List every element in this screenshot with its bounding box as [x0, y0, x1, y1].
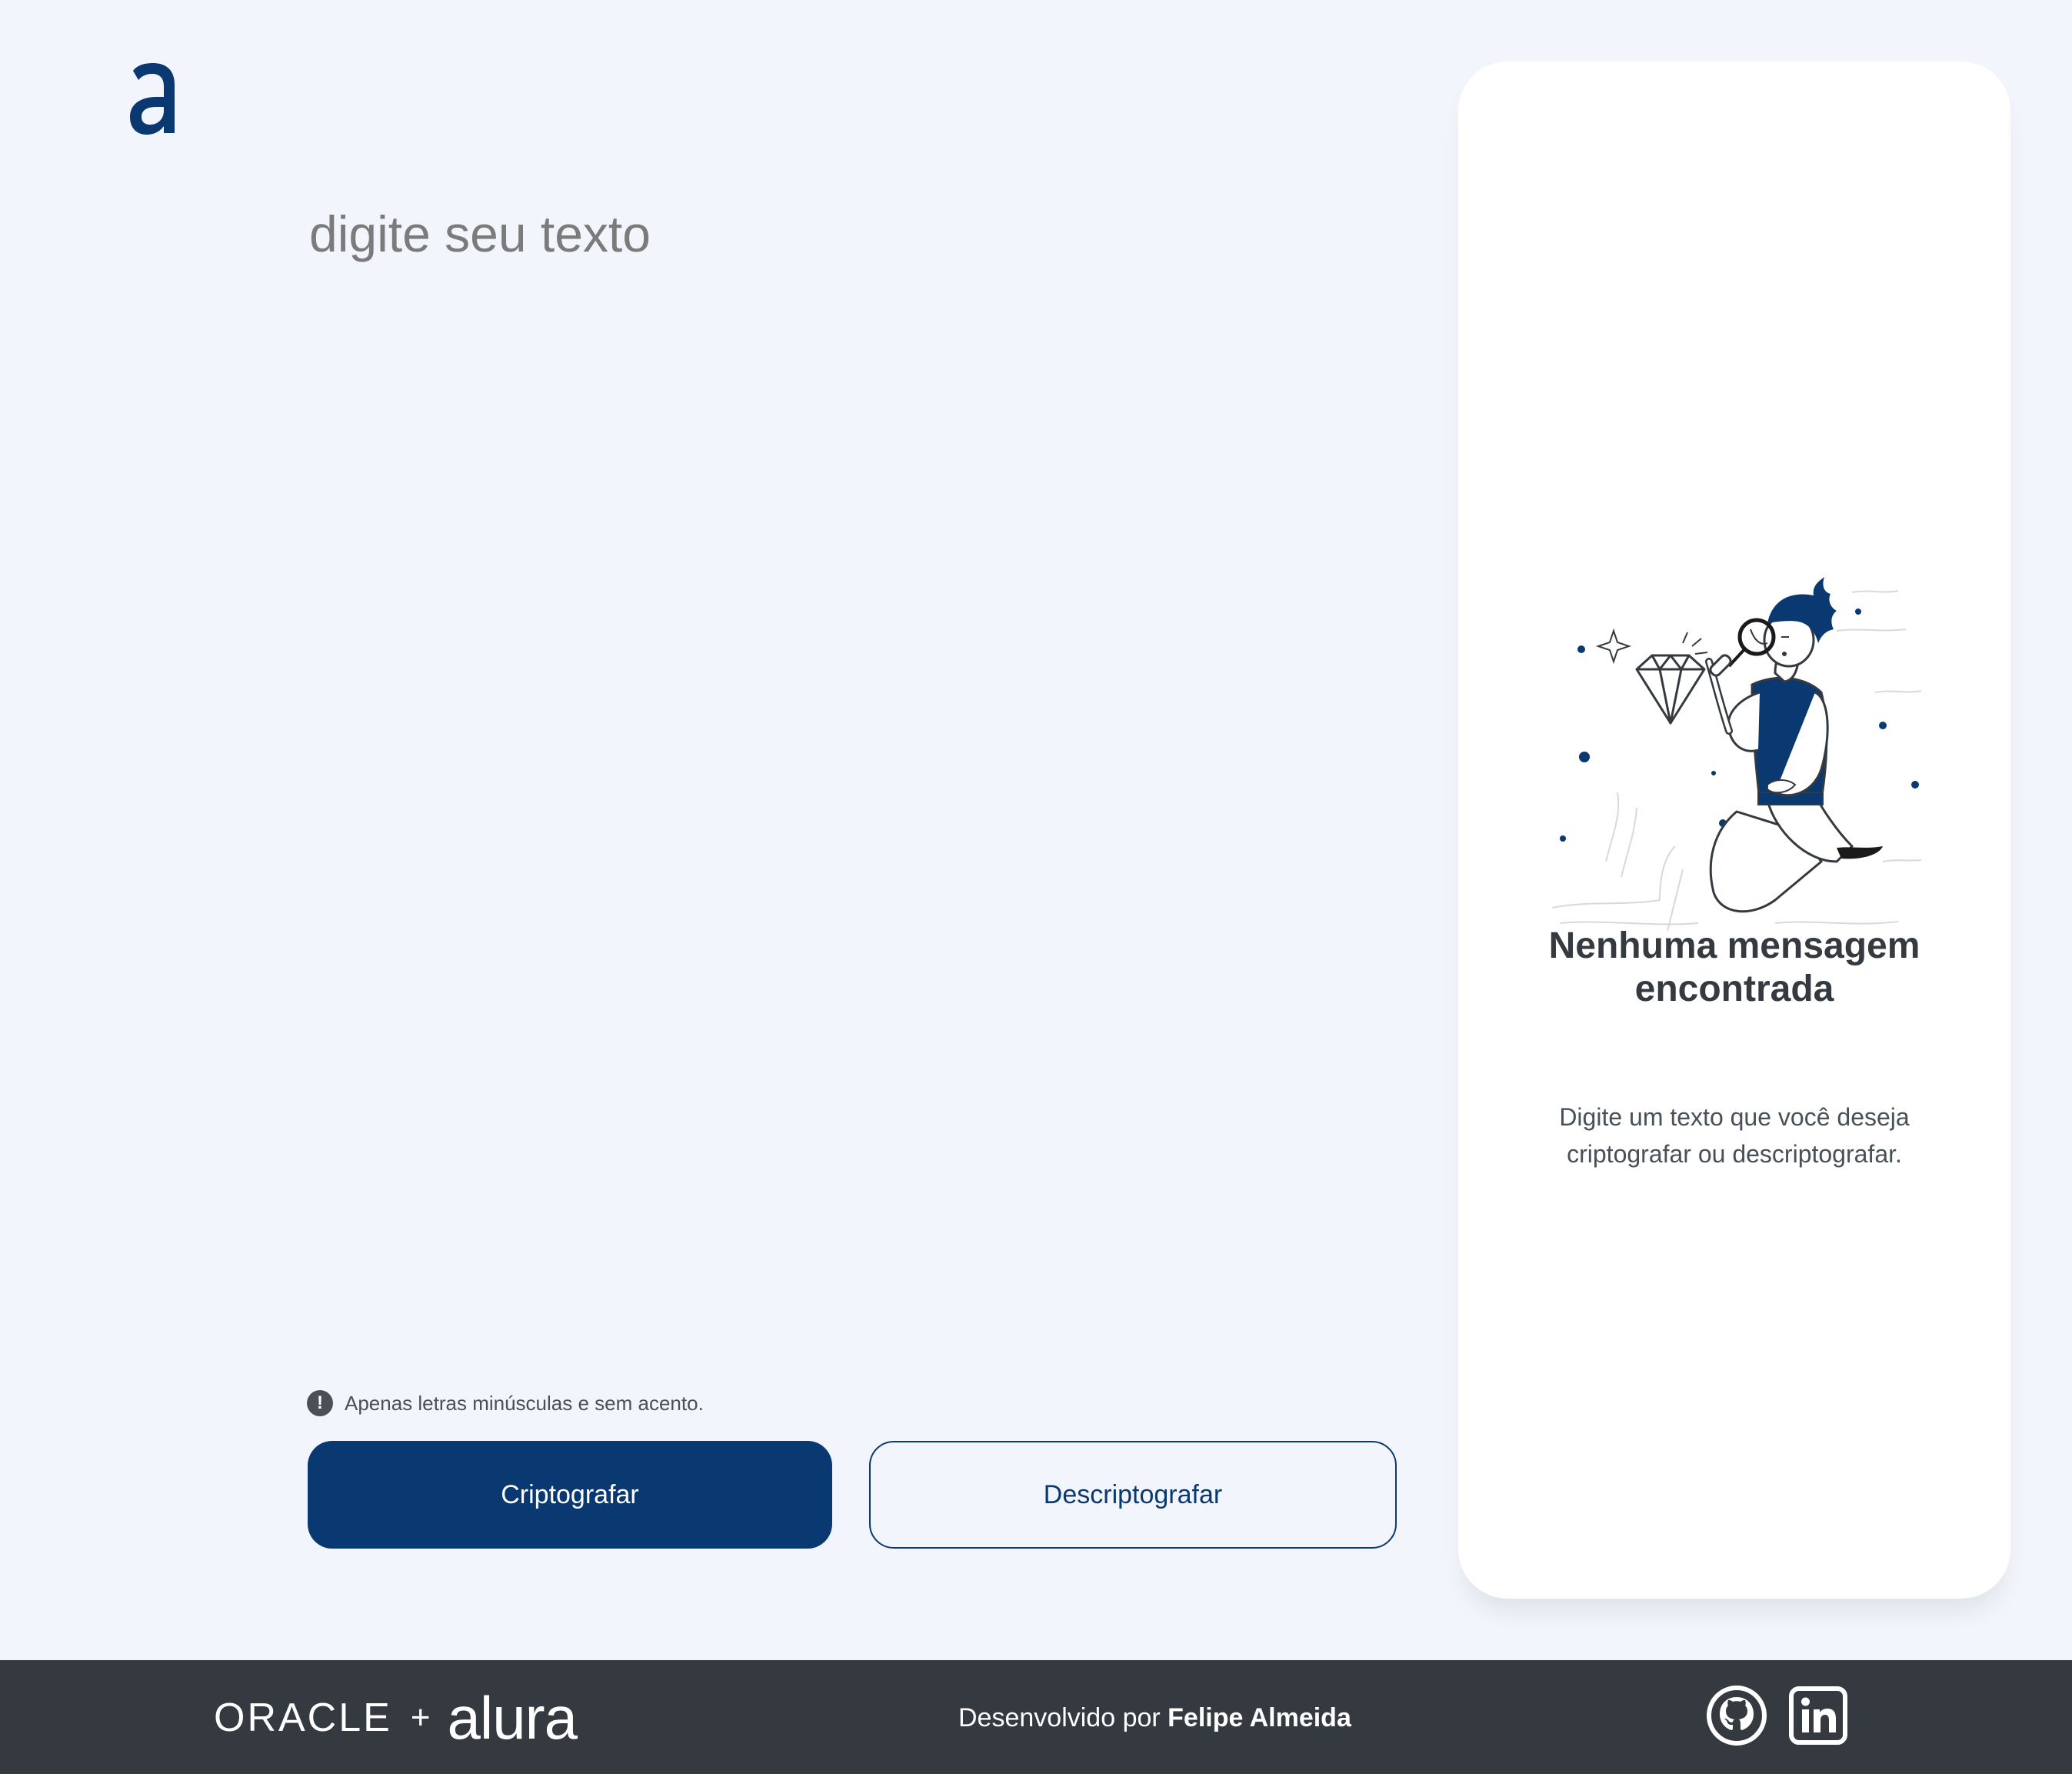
encrypt-button[interactable]: Criptografar	[308, 1441, 832, 1549]
exclamation-circle-icon: !	[307, 1390, 333, 1416]
oracle-logo-text: ORACLE	[214, 1696, 392, 1740]
alura-logo	[130, 63, 175, 135]
input-hint-text: Apenas letras minúsculas e sem acento.	[345, 1391, 704, 1415]
footer: ORACLE + alura Desenvolvido por Felipe A…	[0, 1660, 2072, 1774]
linkedin-icon[interactable]	[1789, 1686, 1847, 1745]
footer-credit: Desenvolvido por Felipe Almeida	[958, 1699, 1351, 1737]
brand-plus: +	[410, 1699, 431, 1736]
message-input[interactable]	[309, 202, 1394, 1340]
output-panel: Nenhuma mensagem encontrada Digite um te…	[1458, 62, 2010, 1599]
oracle-alura-brand: ORACLE + alura	[214, 1683, 578, 1752]
github-icon[interactable]	[1706, 1685, 1767, 1746]
person-magnifying-glass-illustration	[1551, 577, 1922, 932]
empty-state-description: Digite um texto que você deseja criptogr…	[1559, 1103, 1910, 1168]
decrypt-button[interactable]: Descriptografar	[869, 1441, 1397, 1549]
credit-prefix: Desenvolvido por	[958, 1703, 1168, 1732]
alura-logo-text: alura	[447, 1683, 578, 1752]
credit-name: Felipe Almeida	[1168, 1703, 1351, 1732]
empty-state-title: Nenhuma mensagem encontrada	[1548, 925, 1920, 1009]
input-hint: ! Apenas letras minúsculas e sem acento.	[307, 1389, 704, 1417]
